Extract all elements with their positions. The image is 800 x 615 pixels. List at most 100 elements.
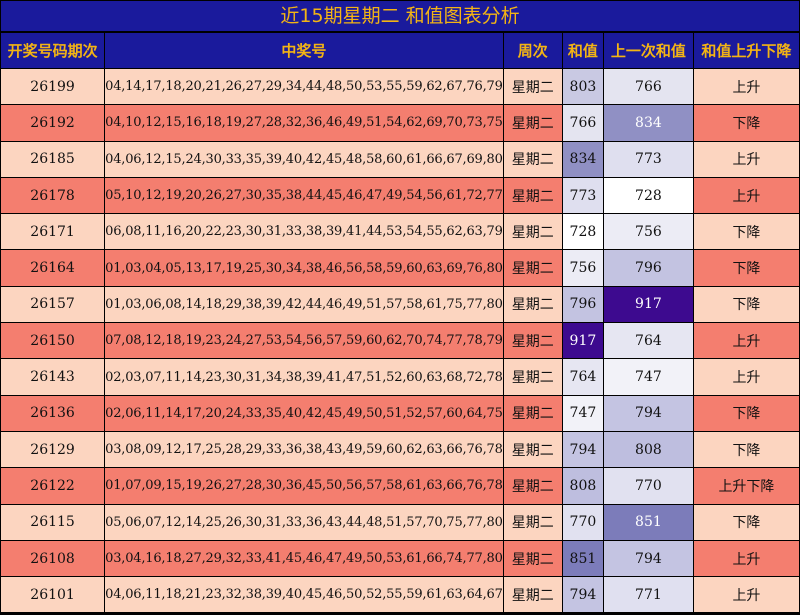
trend-cell: 上升 [693, 577, 799, 613]
period-cell: 26129 [1, 431, 105, 468]
prev-sum-cell: 917 [603, 286, 693, 323]
weekday-cell: 星期二 [503, 105, 562, 141]
table-row: 26101 04,06,11,18,21,23,32,38,39,40,45,46… [1, 577, 799, 613]
period-cell: 26178 [1, 177, 105, 214]
weekday-cell: 星期二 [503, 177, 562, 214]
numbers-cell: 05,10,12,19,20,26,27,30,35,38,44,45,46,4… [105, 177, 503, 214]
header-numbers: 中奖号 [105, 33, 503, 68]
period-cell: 26199 [1, 69, 105, 105]
numbers-cell: 02,03,07,11,14,23,30,31,34,38,39,41,47,5… [105, 359, 503, 395]
sum-cell: 770 [562, 504, 603, 540]
numbers-cell: 05,06,07,12,14,25,26,30,31,33,36,43,44,4… [105, 504, 503, 540]
trend-cell: 下降 [693, 431, 799, 468]
numbers-cell: 04,14,17,18,20,21,26,27,29,34,44,48,50,5… [105, 69, 503, 105]
table-row: 26199 04,14,17,18,20,21,26,27,29,34,44,48… [1, 69, 799, 105]
trend-cell: 下降 [693, 250, 799, 286]
weekday-cell: 星期二 [503, 214, 562, 250]
header-row: 开奖号码期次 中奖号 周次 和值 上一次和值 和值上升下降 [1, 33, 799, 68]
sum-cell: 851 [562, 540, 603, 577]
period-cell: 26101 [1, 577, 105, 613]
sum-cell: 764 [562, 359, 603, 395]
period-cell: 26122 [1, 468, 105, 504]
prev-sum-cell: 796 [603, 250, 693, 286]
chart-page: 近15期星期二 和值图表分析 开奖号码期次 中奖号 周次 和值 上一次和值 和值… [0, 0, 800, 615]
sum-analysis-table: 开奖号码期次 中奖号 周次 和值 上一次和值 和值上升下降 26199 04,14… [0, 32, 800, 613]
table-row: 26192 04,10,12,15,16,18,19,27,28,32,36,46… [1, 105, 799, 141]
weekday-cell: 星期二 [503, 359, 562, 395]
trend-cell: 上升 [693, 177, 799, 214]
header-period: 开奖号码期次 [1, 33, 105, 68]
table-row: 26164 01,03,04,05,13,17,19,25,30,34,38,46… [1, 250, 799, 286]
prev-sum-cell: 808 [603, 431, 693, 468]
weekday-cell: 星期二 [503, 323, 562, 359]
sum-cell: 747 [562, 395, 603, 431]
numbers-cell: 04,10,12,15,16,18,19,27,28,32,36,46,49,5… [105, 105, 503, 141]
table-row: 26129 03,08,09,12,17,25,28,29,33,36,38,43… [1, 431, 799, 468]
header-prev-sum: 上一次和值 [603, 33, 693, 68]
numbers-cell: 02,06,11,14,17,20,24,33,35,40,42,45,49,5… [105, 395, 503, 431]
weekday-cell: 星期二 [503, 69, 562, 105]
trend-cell: 上升 [693, 323, 799, 359]
numbers-cell: 07,08,12,18,19,23,24,27,53,54,56,57,59,6… [105, 323, 503, 359]
sum-cell: 917 [562, 323, 603, 359]
weekday-cell: 星期二 [503, 540, 562, 577]
sum-cell: 766 [562, 105, 603, 141]
period-cell: 26115 [1, 504, 105, 540]
prev-sum-cell: 766 [603, 69, 693, 105]
table-row: 26171 06,08,11,16,20,22,23,30,31,33,38,39… [1, 214, 799, 250]
weekday-cell: 星期二 [503, 286, 562, 323]
table-row: 26136 02,06,11,14,17,20,24,33,35,40,42,45… [1, 395, 799, 431]
sum-cell: 796 [562, 286, 603, 323]
trend-cell: 上升 [693, 359, 799, 395]
period-cell: 26192 [1, 105, 105, 141]
weekday-cell: 星期二 [503, 504, 562, 540]
header-sum: 和值 [562, 33, 603, 68]
table-row: 26115 05,06,07,12,14,25,26,30,31,33,36,43… [1, 504, 799, 540]
table-row: 26108 03,04,16,18,27,29,32,33,41,45,46,47… [1, 540, 799, 577]
sum-cell: 794 [562, 577, 603, 613]
numbers-cell: 04,06,11,18,21,23,32,38,39,40,45,46,50,5… [105, 577, 503, 613]
prev-sum-cell: 851 [603, 504, 693, 540]
trend-cell: 下降 [693, 504, 799, 540]
numbers-cell: 01,03,06,08,14,18,29,38,39,42,44,46,49,5… [105, 286, 503, 323]
period-cell: 26157 [1, 286, 105, 323]
period-cell: 26136 [1, 395, 105, 431]
numbers-cell: 01,07,09,15,19,26,27,28,30,36,45,50,56,5… [105, 468, 503, 504]
period-cell: 26164 [1, 250, 105, 286]
prev-sum-cell: 764 [603, 323, 693, 359]
period-cell: 26171 [1, 214, 105, 250]
prev-sum-cell: 834 [603, 105, 693, 141]
trend-cell: 上升下降 [693, 468, 799, 504]
trend-cell: 上升 [693, 540, 799, 577]
weekday-cell: 星期二 [503, 250, 562, 286]
period-cell: 26150 [1, 323, 105, 359]
sum-cell: 773 [562, 177, 603, 214]
sum-cell: 794 [562, 431, 603, 468]
trend-cell: 下降 [693, 286, 799, 323]
prev-sum-cell: 756 [603, 214, 693, 250]
prev-sum-cell: 728 [603, 177, 693, 214]
weekday-cell: 星期二 [503, 577, 562, 613]
period-cell: 26143 [1, 359, 105, 395]
numbers-cell: 04,06,12,15,24,30,33,35,39,40,42,45,48,5… [105, 141, 503, 177]
period-cell: 26185 [1, 141, 105, 177]
sum-cell: 756 [562, 250, 603, 286]
sum-cell: 808 [562, 468, 603, 504]
page-title: 近15期星期二 和值图表分析 [1, 1, 799, 31]
trend-cell: 上升 [693, 69, 799, 105]
prev-sum-cell: 770 [603, 468, 693, 504]
table-row: 26143 02,03,07,11,14,23,30,31,34,38,39,41… [1, 359, 799, 395]
weekday-cell: 星期二 [503, 141, 562, 177]
trend-cell: 下降 [693, 105, 799, 141]
table-row: 26150 07,08,12,18,19,23,24,27,53,54,56,57… [1, 323, 799, 359]
sum-cell: 834 [562, 141, 603, 177]
header-weekday: 周次 [503, 33, 562, 68]
numbers-cell: 01,03,04,05,13,17,19,25,30,34,38,46,56,5… [105, 250, 503, 286]
table-row: 26178 05,10,12,19,20,26,27,30,35,38,44,45… [1, 177, 799, 214]
trend-cell: 下降 [693, 214, 799, 250]
header-trend: 和值上升下降 [693, 33, 799, 68]
sum-cell: 803 [562, 69, 603, 105]
prev-sum-cell: 771 [603, 577, 693, 613]
trend-cell: 上升 [693, 141, 799, 177]
weekday-cell: 星期二 [503, 431, 562, 468]
